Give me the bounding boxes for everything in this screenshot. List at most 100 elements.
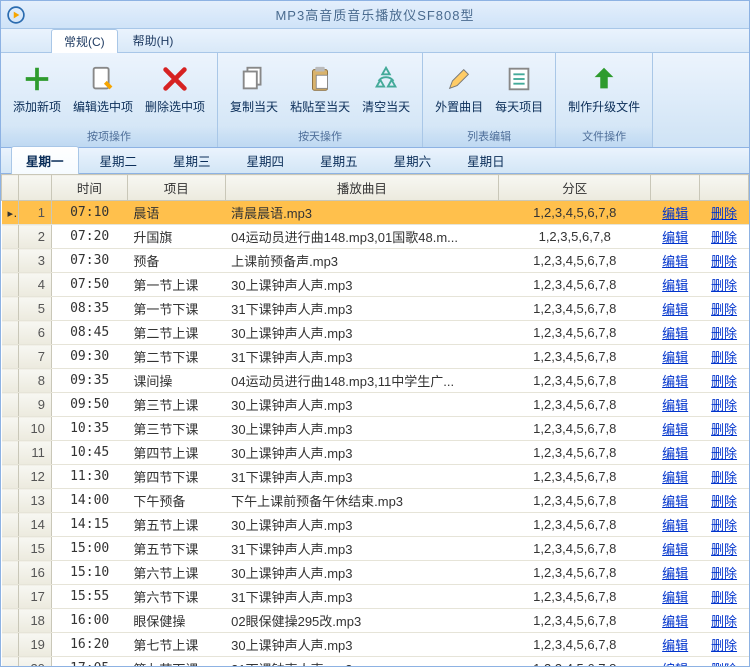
day-tab-6[interactable]: 星期日 (452, 146, 520, 175)
day-tab-4[interactable]: 星期五 (305, 146, 373, 175)
table-row[interactable]: 1110:45第四节上课30上课钟声人声.mp31,2,3,4,5,6,7,8编… (2, 441, 749, 465)
edit-link[interactable]: 编辑 (662, 566, 688, 581)
edit-link[interactable]: 编辑 (662, 638, 688, 653)
table-row[interactable]: 709:30第二节下课31下课钟声人声.mp31,2,3,4,5,6,7,8编辑… (2, 345, 749, 369)
edit-link[interactable]: 编辑 (662, 614, 688, 629)
table-row[interactable]: 207:20升国旗04运动员进行曲148.mp3,01国歌48.m...1,2,… (2, 225, 749, 249)
delete-link[interactable]: 删除 (711, 326, 737, 341)
edit-link[interactable]: 编辑 (662, 446, 688, 461)
menu-tab-1[interactable]: 帮助(H) (120, 28, 187, 53)
day-tab-2[interactable]: 星期三 (158, 146, 226, 175)
edit-link[interactable]: 编辑 (662, 278, 688, 293)
cell-project: 预备 (127, 249, 225, 273)
delete-link[interactable]: 删除 (711, 206, 737, 221)
edit-selected-button[interactable]: 编辑选中项 (68, 59, 138, 120)
table-row[interactable]: 407:50第一节上课30上课钟声人声.mp31,2,3,4,5,6,7,8编辑… (2, 273, 749, 297)
menu-tab-0[interactable]: 常规(C) (51, 29, 118, 53)
edit-link[interactable]: 编辑 (662, 206, 688, 221)
edit-link[interactable]: 编辑 (662, 326, 688, 341)
edit-link[interactable]: 编辑 (662, 470, 688, 485)
delete-link[interactable]: 删除 (711, 518, 737, 533)
delete-link[interactable]: 删除 (711, 254, 737, 269)
table-row[interactable]: 508:35第一节下课31下课钟声人声.mp31,2,3,4,5,6,7,8编辑… (2, 297, 749, 321)
delete-link[interactable]: 删除 (711, 446, 737, 461)
table-row[interactable]: 1414:15第五节上课30上课钟声人声.mp31,2,3,4,5,6,7,8编… (2, 513, 749, 537)
delete-link[interactable]: 删除 (711, 230, 737, 245)
day-tab-3[interactable]: 星期四 (232, 146, 300, 175)
delete-link[interactable]: 删除 (711, 470, 737, 485)
table-row[interactable]: 909:50第三节上课30上课钟声人声.mp31,2,3,4,5,6,7,8编辑… (2, 393, 749, 417)
table-row[interactable]: 1816:00眼保健操02眼保健操295改.mp31,2,3,4,5,6,7,8… (2, 609, 749, 633)
cell-project: 眼保健操 (127, 609, 225, 633)
schedule-grid[interactable]: 时间 项目 播放曲目 分区 107:10晨语清晨晨语.mp31,2,3,4,5,… (1, 174, 749, 666)
edit-link[interactable]: 编辑 (662, 374, 688, 389)
table-row[interactable]: 809:35课间操04运动员进行曲148.mp3,11中学生广...1,2,3,… (2, 369, 749, 393)
edit-link[interactable]: 编辑 (662, 398, 688, 413)
delete-link[interactable]: 删除 (711, 398, 737, 413)
external-tracks-button[interactable]: 外置曲目 (430, 59, 488, 120)
ribbon-group-label: 文件操作 (556, 126, 652, 147)
cell-project: 第三节下课 (127, 417, 225, 441)
delete-link[interactable]: 删除 (711, 614, 737, 629)
edit-link[interactable]: 编辑 (662, 542, 688, 557)
table-row[interactable]: 1916:20第七节上课30上课钟声人声.mp31,2,3,4,5,6,7,8编… (2, 633, 749, 657)
col-project[interactable]: 项目 (127, 175, 225, 201)
delete-link[interactable]: 删除 (711, 278, 737, 293)
row-marker (2, 273, 19, 297)
cell-project: 升国旗 (127, 225, 225, 249)
edit-link[interactable]: 编辑 (662, 518, 688, 533)
col-time[interactable]: 时间 (51, 175, 127, 201)
cell-zone: 1,2,3,4,5,6,7,8 (499, 273, 651, 297)
table-row[interactable]: 1515:00第五节下课31下课钟声人声.mp31,2,3,4,5,6,7,8编… (2, 537, 749, 561)
delete-link[interactable]: 删除 (711, 566, 737, 581)
edit-link[interactable]: 编辑 (662, 422, 688, 437)
cell-time: 16:00 (51, 609, 127, 633)
col-track[interactable]: 播放曲目 (225, 175, 499, 201)
delete-link[interactable]: 删除 (711, 374, 737, 389)
edit-link[interactable]: 编辑 (662, 230, 688, 245)
cell-project: 晨语 (127, 201, 225, 225)
row-marker (2, 369, 19, 393)
make-upgrade-button[interactable]: 制作升级文件 (563, 59, 645, 120)
edit-link[interactable]: 编辑 (662, 590, 688, 605)
clear-day-button[interactable]: 清空当天 (357, 59, 415, 120)
delete-link[interactable]: 删除 (711, 542, 737, 557)
add-item-button[interactable]: 添加新项 (8, 59, 66, 120)
edit-link[interactable]: 编辑 (662, 302, 688, 317)
copy-day-button[interactable]: 复制当天 (225, 59, 283, 120)
delete-link[interactable]: 删除 (711, 638, 737, 653)
day-tab-5[interactable]: 星期六 (379, 146, 447, 175)
table-row[interactable]: 2017:05第七节下课31下课钟声人声.mp31,2,3,4,5,6,7,8编… (2, 657, 749, 667)
col-zone[interactable]: 分区 (499, 175, 651, 201)
edit-link[interactable]: 编辑 (662, 350, 688, 365)
delete-link[interactable]: 删除 (711, 422, 737, 437)
button-label: 删除选中项 (145, 98, 205, 115)
daily-items-button[interactable]: 每天项目 (490, 59, 548, 120)
edit-link[interactable]: 编辑 (662, 662, 688, 666)
day-tab-0[interactable]: 星期一 (11, 146, 79, 175)
delete-link[interactable]: 删除 (711, 590, 737, 605)
table-row[interactable]: 307:30预备上课前预备声.mp31,2,3,4,5,6,7,8编辑删除 (2, 249, 749, 273)
button-label: 制作升级文件 (568, 98, 640, 115)
table-row[interactable]: 1715:55第六节下课31下课钟声人声.mp31,2,3,4,5,6,7,8编… (2, 585, 749, 609)
delete-link[interactable]: 删除 (711, 350, 737, 365)
delete-selected-button[interactable]: 删除选中项 (140, 59, 210, 120)
titlebar: MP3高音质音乐播放仪SF808型 (1, 1, 749, 29)
table-row[interactable]: 1010:35第三节下课30上课钟声人声.mp31,2,3,4,5,6,7,8编… (2, 417, 749, 441)
table-row[interactable]: 1615:10第六节上课30上课钟声人声.mp31,2,3,4,5,6,7,8编… (2, 561, 749, 585)
day-tab-1[interactable]: 星期二 (85, 146, 153, 175)
table-row[interactable]: 1314:00下午预备下午上课前预备午休结束.mp31,2,3,4,5,6,7,… (2, 489, 749, 513)
edit-link[interactable]: 编辑 (662, 494, 688, 509)
table-row[interactable]: 1211:30第四节下课31下课钟声人声.mp31,2,3,4,5,6,7,8编… (2, 465, 749, 489)
row-number: 18 (19, 609, 52, 633)
table-row[interactable]: 608:45第二节上课30上课钟声人声.mp31,2,3,4,5,6,7,8编辑… (2, 321, 749, 345)
edit-link[interactable]: 编辑 (662, 254, 688, 269)
delete-link[interactable]: 删除 (711, 302, 737, 317)
cell-zone: 1,2,3,4,5,6,7,8 (499, 513, 651, 537)
delete-link[interactable]: 删除 (711, 662, 737, 666)
cell-track: 30上课钟声人声.mp3 (225, 633, 499, 657)
delete-link[interactable]: 删除 (711, 494, 737, 509)
paste-day-button[interactable]: 粘贴至当天 (285, 59, 355, 120)
table-row[interactable]: 107:10晨语清晨晨语.mp31,2,3,4,5,6,7,8编辑删除 (2, 201, 749, 225)
cell-zone: 1,2,3,4,5,6,7,8 (499, 633, 651, 657)
